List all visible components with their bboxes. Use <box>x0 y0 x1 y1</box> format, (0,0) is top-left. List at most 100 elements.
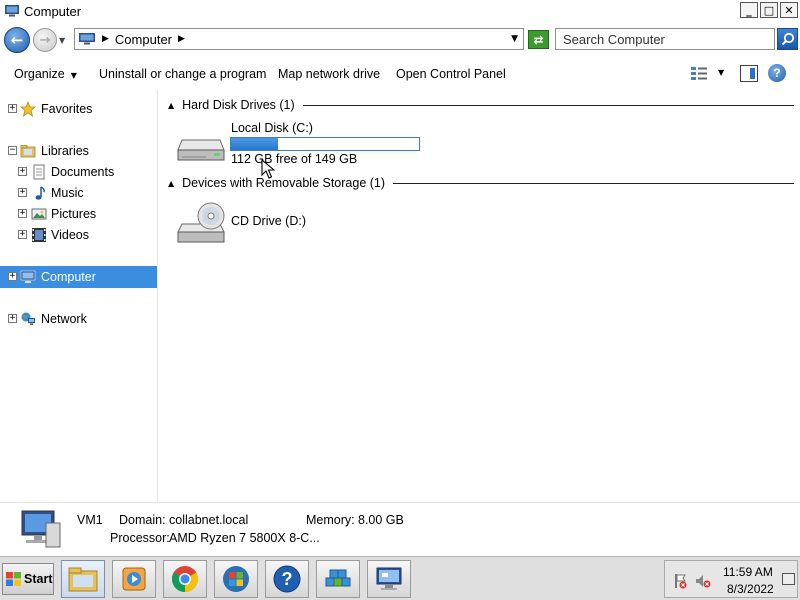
nav-item-libraries[interactable]: − Libraries <box>0 140 157 162</box>
minimize-button[interactable]: _ <box>740 2 758 18</box>
help-button[interactable]: ? <box>768 64 786 82</box>
taskbar-help[interactable]: ? <box>265 560 309 598</box>
drive-free-space: 112 GB free of 149 GB <box>231 152 358 166</box>
nav-item-pictures[interactable]: + Pictures <box>0 203 157 225</box>
navigation-pane: + Favorites − Libraries + Documents + Mu… <box>0 90 158 502</box>
nav-label: Network <box>41 312 87 326</box>
nav-label: Computer <box>41 270 96 284</box>
svg-text:?: ? <box>282 569 293 589</box>
chrome-icon <box>171 566 199 593</box>
back-arrow-icon: ← <box>10 31 24 49</box>
nav-item-network[interactable]: + Network <box>0 308 157 330</box>
expand-icon[interactable]: + <box>8 272 17 281</box>
collapse-triangle-icon[interactable]: ▲ <box>168 101 174 110</box>
expand-icon[interactable]: + <box>18 230 27 239</box>
windows-orb-icon <box>223 566 249 592</box>
videos-icon <box>31 227 47 243</box>
map-network-drive-button[interactable]: Map network drive <box>278 67 380 81</box>
star-icon <box>20 101 36 117</box>
volume-muted-icon[interactable] <box>695 573 711 589</box>
preview-pane-button[interactable] <box>740 65 758 82</box>
command-bar: Organize ▼ Uninstall or change a program … <box>0 58 800 90</box>
pictures-icon <box>31 206 47 222</box>
nav-item-computer[interactable]: + Computer <box>0 266 157 288</box>
hard-drive-icon <box>177 139 225 161</box>
recent-pages-dropdown[interactable]: ▼ <box>59 36 65 45</box>
show-desktop-button[interactable] <box>782 573 795 585</box>
back-button[interactable]: ← <box>4 27 30 53</box>
views-icon[interactable] <box>690 66 708 82</box>
forward-arrow-icon: → <box>39 32 51 48</box>
search-icon <box>781 32 794 46</box>
group-divider <box>393 182 794 184</box>
hard-disk-group-header[interactable]: ▲ Hard Disk Drives (1) <box>168 97 794 113</box>
domain-value: collabnet.local <box>169 513 249 527</box>
start-button[interactable]: Start <box>2 563 54 595</box>
uninstall-program-button[interactable]: Uninstall or change a program <box>99 67 266 81</box>
open-control-panel-button[interactable]: Open Control Panel <box>396 67 506 81</box>
processor-value: AMD Ryzen 7 5800X 8-C... <box>169 531 320 545</box>
nav-item-favorites[interactable]: + Favorites <box>0 98 157 120</box>
nav-label: Pictures <box>51 207 97 221</box>
organize-button[interactable]: Organize ▼ <box>14 67 77 81</box>
nav-label: Music <box>51 186 84 200</box>
cd-drive-item[interactable]: CD Drive (D:) <box>176 198 376 248</box>
start-label: Start <box>24 572 53 586</box>
processor-label: Processor: <box>110 531 170 545</box>
address-dropdown-icon[interactable]: ▼ <box>511 34 518 44</box>
refresh-button[interactable]: ⇄ <box>528 30 549 49</box>
cd-drive-icon <box>177 202 225 243</box>
taskbar-chrome[interactable] <box>163 560 207 598</box>
close-button[interactable]: ✕ <box>780 2 798 18</box>
expand-icon[interactable]: + <box>8 104 17 113</box>
search-input[interactable]: Search Computer <box>555 28 775 50</box>
taskbar-explorer[interactable] <box>61 560 105 598</box>
group-title: Hard Disk Drives (1) <box>182 98 295 112</box>
folder-icon <box>68 567 98 592</box>
expand-icon[interactable]: + <box>18 167 27 176</box>
registry-editor-icon <box>325 569 351 587</box>
capacity-bar-fill <box>231 138 278 150</box>
nav-label: Libraries <box>41 144 89 158</box>
clock-time[interactable]: 11:59 AM <box>723 565 773 579</box>
nav-item-documents[interactable]: + Documents <box>0 161 157 183</box>
collapse-icon[interactable]: − <box>8 146 17 155</box>
taskbar: Start ? 11:59 AM 8/3/2022 <box>0 556 800 600</box>
collapse-triangle-icon[interactable]: ▲ <box>168 179 174 188</box>
local-disk-item[interactable]: Local Disk (C:) 112 GB free of 149 GB <box>176 120 446 170</box>
group-title: Devices with Removable Storage (1) <box>182 176 386 190</box>
memory-label: Memory: <box>306 513 355 527</box>
breadcrumb-arrow-icon[interactable]: ▶ <box>178 34 185 44</box>
breadcrumb-computer[interactable]: Computer <box>115 32 172 47</box>
views-dropdown-icon[interactable]: ▼ <box>718 68 724 77</box>
taskbar-windows[interactable] <box>214 560 258 598</box>
nav-item-videos[interactable]: + Videos <box>0 224 157 246</box>
address-field[interactable]: ▶ Computer ▶ ▼ <box>74 28 524 50</box>
expand-icon[interactable]: + <box>18 188 27 197</box>
taskbar-registry[interactable] <box>316 560 360 598</box>
clock-date[interactable]: 8/3/2022 <box>727 582 774 596</box>
maximize-button[interactable]: □ <box>760 2 778 18</box>
documents-icon <box>31 164 47 180</box>
address-bar-row: ← → ▼ ▶ Computer ▶ ▼ ⇄ Search Computer <box>0 22 800 58</box>
action-center-icon[interactable] <box>673 573 687 589</box>
remote-desktop-icon <box>376 567 402 590</box>
nav-item-music[interactable]: + Music <box>0 182 157 204</box>
computer-icon <box>20 269 36 285</box>
expand-icon[interactable]: + <box>18 209 27 218</box>
search-button[interactable] <box>777 28 798 50</box>
title-bar: Computer _ □ ✕ <box>0 0 800 22</box>
libraries-folder-icon <box>20 143 36 159</box>
memory-value: 8.00 GB <box>358 513 404 527</box>
system-tray: 11:59 AM 8/3/2022 <box>664 560 798 598</box>
nav-label: Videos <box>51 228 89 242</box>
expand-icon[interactable]: + <box>8 314 17 323</box>
breadcrumb-separator-icon[interactable]: ▶ <box>102 34 109 44</box>
content-pane: ▲ Hard Disk Drives (1) Local Disk (C:) 1… <box>160 90 800 502</box>
forward-button[interactable]: → <box>33 28 57 52</box>
taskbar-media-player[interactable] <box>112 560 156 598</box>
computer-icon <box>79 33 95 45</box>
capacity-bar <box>230 137 420 151</box>
taskbar-remote-desktop[interactable] <box>367 560 411 598</box>
computer-icon <box>21 510 61 548</box>
